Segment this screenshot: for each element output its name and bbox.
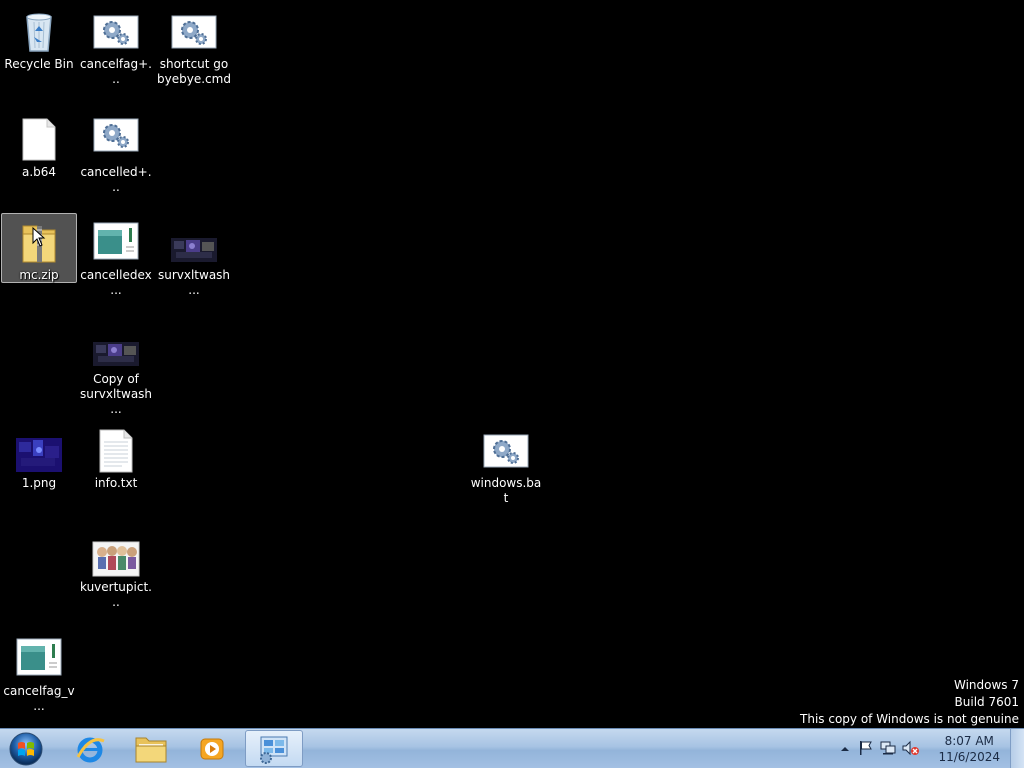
desktop-icon-cancelfag-plus[interactable]: cancelfag+...	[78, 2, 154, 88]
text-file-icon	[92, 426, 140, 474]
taskbar-clock[interactable]: 8:07 AM 11/6/2024	[938, 733, 1000, 765]
desktop-icon-recycle-bin[interactable]: Recycle Bin	[1, 2, 77, 73]
desktop[interactable]: Recycle Bin cancelfag+... shortcut go by…	[0, 0, 1024, 728]
show-desktop-button[interactable]	[1010, 729, 1024, 768]
desktop-icon-label: cancelfag+...	[80, 57, 152, 86]
desktop-icon-label: cancelfag_v...	[3, 684, 75, 713]
desktop-icon-label: 1.png	[21, 476, 57, 490]
volume-muted-icon[interactable]	[902, 740, 919, 756]
genuine-watermark: Windows 7 Build 7601 This copy of Window…	[800, 677, 1019, 728]
batch-script-icon	[92, 115, 140, 163]
desktop-icon-cancelled-plus[interactable]: cancelled+...	[78, 110, 154, 196]
taskbar-windows-media-player[interactable]	[183, 730, 241, 767]
desktop-icon-cancelfag-v[interactable]: cancelfag_v...	[1, 629, 77, 715]
blank-file-icon	[15, 115, 63, 163]
watermark-build: Build 7601	[954, 695, 1019, 709]
network-icon[interactable]	[880, 740, 896, 756]
image-thumbnail-icon	[170, 218, 218, 266]
desktop-icon-survxltwash[interactable]: survxltwash...	[156, 213, 232, 299]
system-tray: 8:07 AM 11/6/2024	[834, 729, 1024, 768]
desktop-icon-label: info.txt	[94, 476, 138, 490]
desktop-icon-label: Copy of survxltwash...	[79, 372, 153, 416]
show-hidden-icons-chevron-up-icon[interactable]	[840, 741, 850, 757]
desktop-icon-label: survxltwash...	[157, 268, 231, 297]
zip-folder-icon	[15, 218, 63, 266]
desktop-icon-shortcut-go-byebye[interactable]: shortcut go byebye.cmd	[156, 2, 232, 88]
action-center-flag-icon[interactable]	[858, 740, 874, 756]
batch-script-icon	[92, 7, 140, 55]
desktop-icon-windows-bat[interactable]: windows.bat	[468, 421, 544, 507]
media-player-icon	[200, 738, 224, 759]
clock-date: 11/6/2024	[938, 750, 1000, 764]
folder-icon	[135, 737, 167, 762]
image-thumbnail-icon	[92, 322, 140, 370]
desktop-icon-label: Recycle Bin	[4, 57, 74, 71]
clock-time: 8:07 AM	[944, 734, 994, 748]
desktop-icon-info-txt[interactable]: info.txt	[78, 421, 154, 492]
desktop-icon-a-b64[interactable]: a.b64	[1, 110, 77, 181]
executable-icon	[15, 634, 63, 682]
batch-script-icon	[170, 7, 218, 55]
desktop-icon-label: mc.zip	[19, 268, 59, 282]
windows-orb-icon	[9, 732, 43, 766]
watermark-os-name: Windows 7	[953, 678, 1019, 692]
desktop-icon-label: cancelled+...	[80, 165, 152, 194]
taskbar-windows-explorer[interactable]	[122, 730, 180, 767]
desktop-icon-label: cancelledex...	[80, 268, 152, 297]
internet-explorer-icon	[76, 737, 105, 762]
executable-icon	[92, 218, 140, 266]
taskbar-internet-explorer[interactable]	[61, 730, 119, 767]
start-button[interactable]	[6, 731, 46, 767]
desktop-icon-label: kuvertupict...	[80, 580, 152, 609]
desktop-icon-mc-zip[interactable]: mc.zip	[1, 213, 77, 283]
desktop-icon-copy-of-survxltwash[interactable]: Copy of survxltwash...	[78, 317, 154, 418]
batch-script-icon	[482, 426, 530, 474]
desktop-icon-label: shortcut go byebye.cmd	[157, 57, 231, 86]
image-thumbnail-icon	[15, 426, 63, 474]
control-panel-icon	[260, 736, 288, 764]
recycle-bin-icon	[15, 7, 63, 55]
watermark-not-genuine: This copy of Windows is not genuine	[800, 712, 1019, 726]
taskbar-control-panel[interactable]	[245, 730, 303, 767]
taskbar: 8:07 AM 11/6/2024	[0, 728, 1024, 768]
desktop-icon-label: windows.bat	[470, 476, 542, 505]
desktop-icon-1-png[interactable]: 1.png	[1, 421, 77, 492]
image-thumbnail-icon	[92, 530, 140, 578]
desktop-icon-kuvertupict[interactable]: kuvertupict...	[78, 525, 154, 611]
desktop-icon-label: a.b64	[21, 165, 57, 179]
desktop-icon-cancelledex[interactable]: cancelledex...	[78, 213, 154, 299]
